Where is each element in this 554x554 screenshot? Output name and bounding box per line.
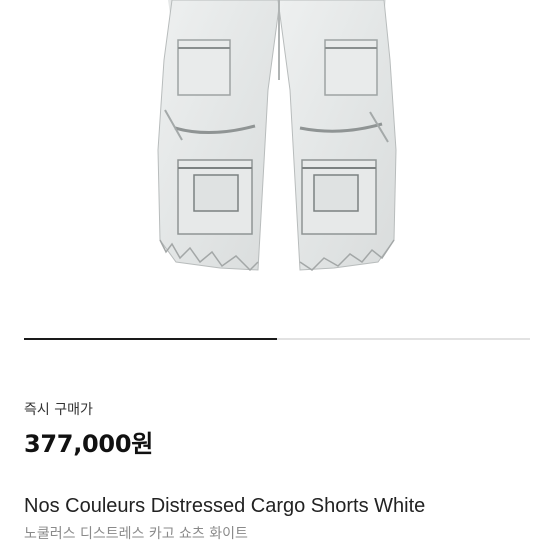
carousel-progress-track (24, 338, 530, 340)
product-title-english: Nos Couleurs Distressed Cargo Shorts Whi… (24, 495, 426, 517)
section-divider (0, 366, 554, 374)
product-title-korean: 노쿨러스 디스트레스 카고 쇼츠 화이트 (24, 526, 248, 542)
product-detail-page: 즉시 구매가 377,000원 Nos Couleurs Distressed … (0, 0, 554, 554)
product-image[interactable] (0, 0, 554, 328)
cargo-shorts-illustration (157, 0, 397, 272)
price-value: 377,000원 (24, 430, 153, 458)
carousel-progress-fill (24, 338, 277, 340)
instant-purchase-label: 즉시 구매가 (24, 402, 93, 418)
price-section: 즉시 구매가 377,000원 (24, 400, 530, 459)
